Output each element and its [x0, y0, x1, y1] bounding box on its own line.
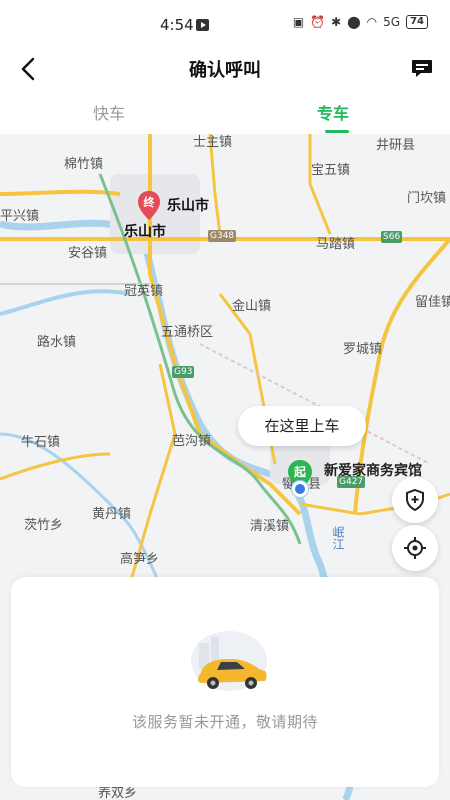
destination-pin-text: 终 — [143, 196, 155, 209]
car-type-tabs: 快车 专车 — [0, 94, 450, 134]
active-tab-indicator — [325, 130, 349, 133]
safety-shield-button[interactable] — [392, 477, 438, 523]
map-label: 马踏镇 — [316, 237, 356, 252]
city-label: 乐山市 — [167, 198, 209, 214]
destination-pin-icon: 终 — [137, 190, 161, 222]
nfc-icon: ▣ — [292, 15, 305, 29]
tab-fast-car[interactable]: 快车 — [93, 100, 125, 124]
road-badge: G93 — [172, 366, 195, 378]
message-icon[interactable] — [410, 56, 434, 80]
wifi-icon: ◠ — [366, 15, 378, 29]
service-panel: 该服务暂未开通，敬请期待 — [11, 577, 439, 787]
map-label: 罗城镇 — [343, 342, 383, 357]
shield-plus-icon — [406, 488, 424, 512]
status-time: 4:54 — [160, 16, 194, 34]
map-label: 留佳镇 — [415, 295, 450, 310]
map-label: 牛石镇 — [21, 435, 61, 450]
map-label: 清溪镇 — [250, 519, 290, 534]
page-title: 确认呼叫 — [189, 60, 261, 81]
road-badge: G348 — [208, 230, 237, 242]
alarm-icon: ⏰ — [310, 15, 326, 29]
current-location-dot — [292, 481, 308, 497]
map-label: 高笋乡 — [120, 552, 160, 567]
map-label: 茨竹乡 — [24, 518, 64, 533]
location-icon: ⬤ — [347, 15, 361, 29]
map-label: 安谷镇 — [68, 246, 108, 261]
bluetooth-icon: ✱ — [331, 15, 342, 29]
media-play-icon — [196, 19, 209, 31]
battery-icon: 74 — [406, 15, 428, 29]
map-label: 门坎镇 — [407, 191, 447, 206]
road-badge: S66 — [381, 231, 403, 243]
map-label: 平兴镇 — [0, 209, 40, 224]
map-label: 黄丹镇 — [92, 507, 132, 522]
map-label: 棉竹镇 — [64, 157, 104, 172]
start-pin-text: 起 — [293, 465, 306, 479]
map-label: 芭沟镇 — [172, 434, 212, 449]
pickup-hint-bubble[interactable]: 在这里上车 — [238, 406, 366, 446]
signal-icon: 5G — [383, 15, 401, 29]
service-unavailable-message: 该服务暂未开通，敬请期待 — [131, 713, 318, 731]
map-label: 冠英镇 — [124, 284, 164, 299]
crosshair-icon — [404, 537, 426, 559]
status-icons: ▣ ⏰ ✱ ⬤ ◠ 5G 74 — [293, 15, 428, 29]
tab-special-car[interactable]: 专车 — [317, 100, 349, 124]
map-label: 士主镇 — [193, 135, 233, 150]
taxi-car-icon — [191, 631, 267, 691]
city-label: 乐山市 — [124, 224, 166, 240]
status-bar: 4:54 ▣ ⏰ ✱ ⬤ ◠ 5G 74 — [0, 0, 450, 52]
map-label: 井研县 — [376, 138, 416, 153]
locate-me-button[interactable] — [392, 525, 438, 571]
map-label: 路水镇 — [37, 335, 77, 350]
nav-bar: 确认呼叫 — [0, 52, 450, 86]
map-label: 金山镇 — [232, 299, 272, 314]
map-label: 宝五镇 — [311, 163, 351, 178]
river-label: 岷江 — [331, 526, 345, 550]
map-label: 五通桥区 — [161, 325, 214, 340]
